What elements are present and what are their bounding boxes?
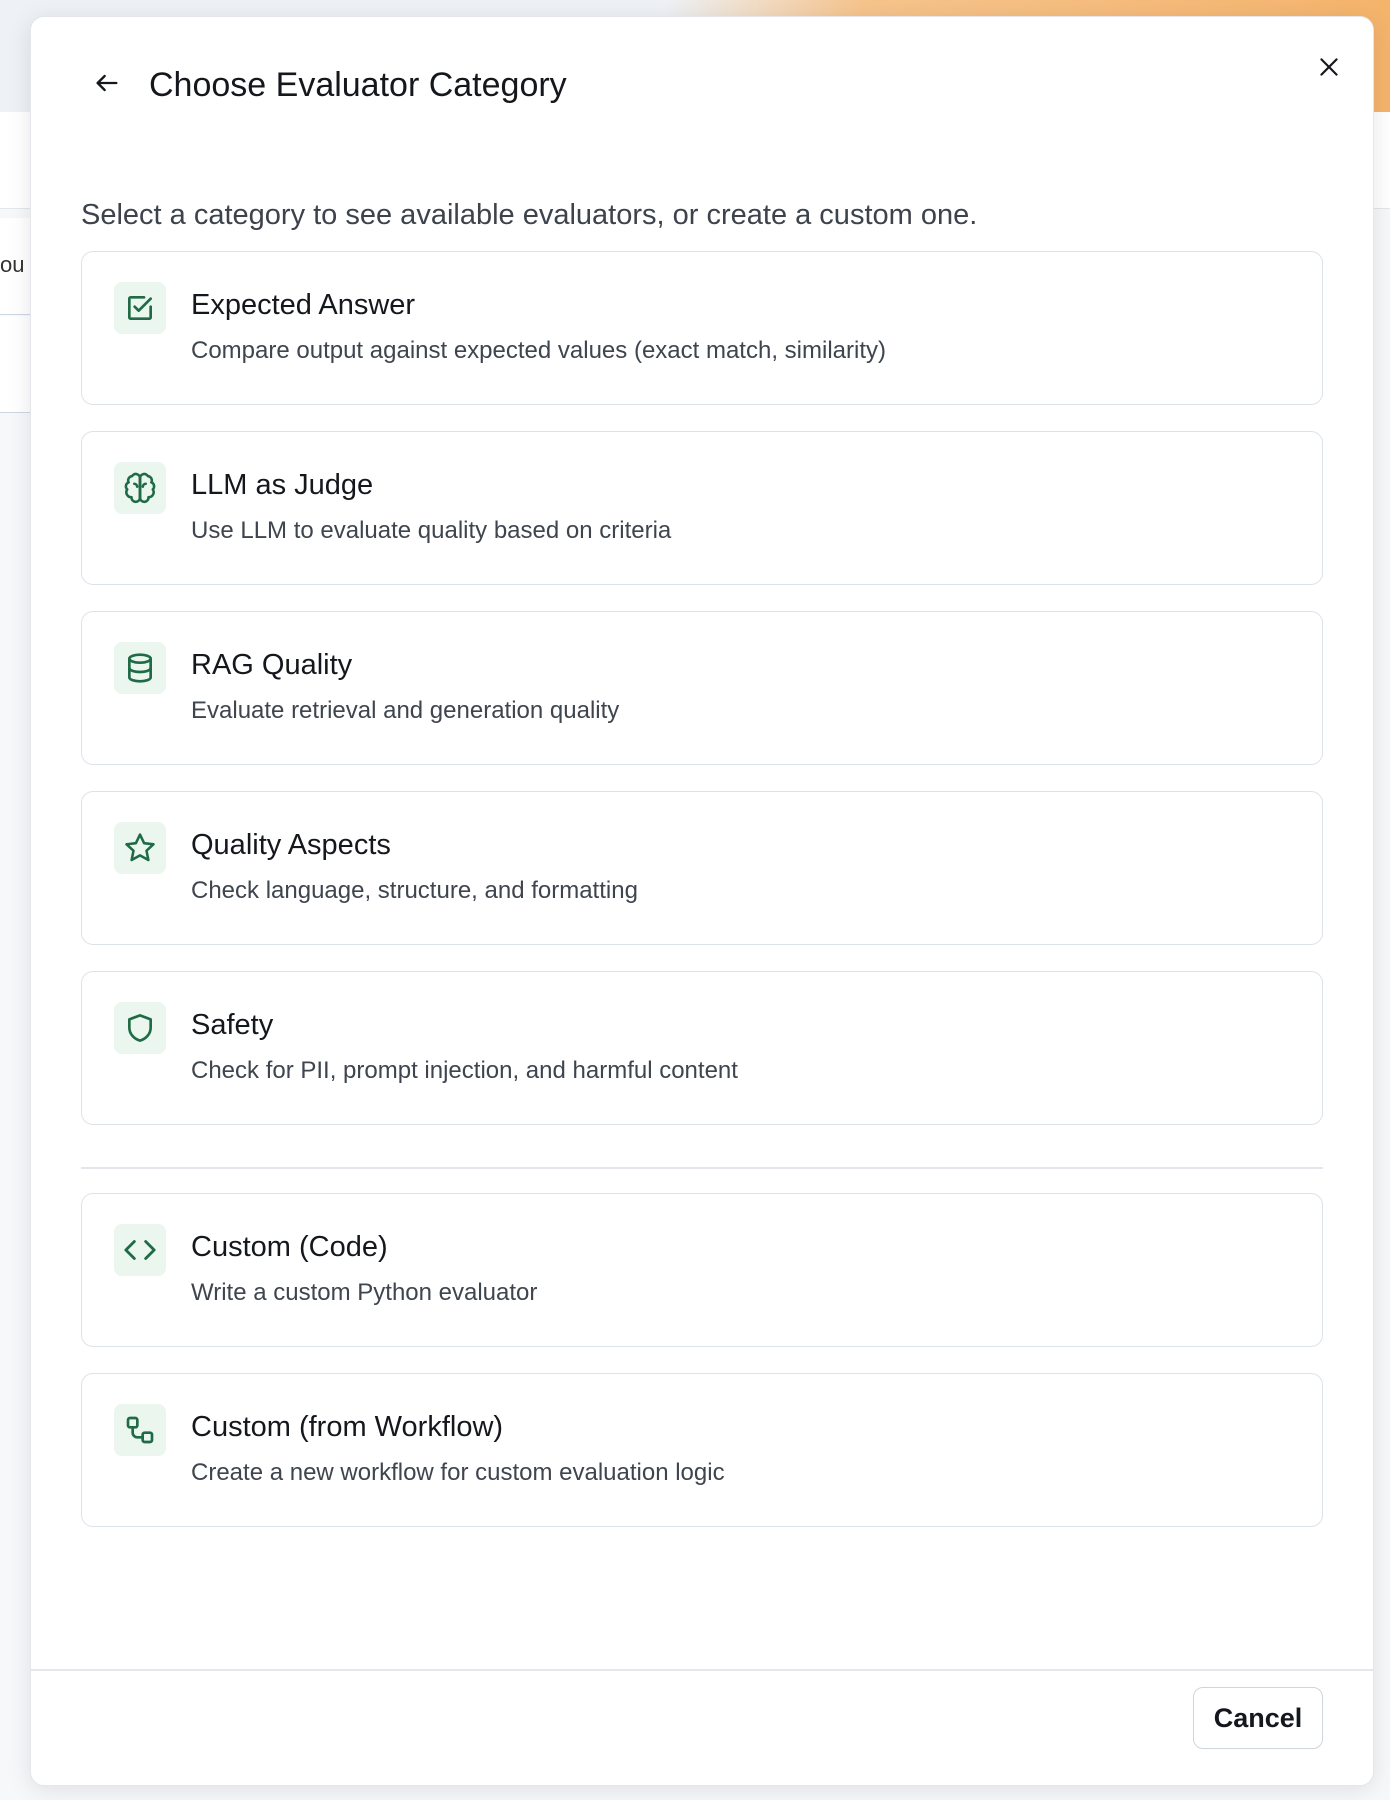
dialog-title: Choose Evaluator Category [149, 66, 567, 104]
category-card-custom-code[interactable]: Custom (Code) Write a custom Python eval… [81, 1193, 1323, 1347]
category-card-llm-as-judge[interactable]: LLM as Judge Use LLM to evaluate quality… [81, 431, 1323, 585]
category-title: Quality Aspects [191, 829, 391, 861]
category-title: LLM as Judge [191, 469, 374, 501]
category-description: Check language, structure, and formattin… [191, 877, 638, 904]
dialog-subtitle: Select a category to see available evalu… [81, 199, 978, 231]
category-description: Compare output against expected values (… [191, 337, 886, 364]
category-card-expected-answer[interactable]: Expected Answer Compare output against e… [81, 251, 1323, 405]
back-button[interactable] [87, 63, 127, 103]
arrow-left-icon [93, 69, 121, 97]
category-description: Create a new workflow for custom evaluat… [191, 1459, 725, 1486]
code-icon [114, 1224, 166, 1276]
category-description: Evaluate retrieval and generation qualit… [191, 697, 620, 724]
category-description: Check for PII, prompt injection, and har… [191, 1057, 738, 1084]
check-square-icon [114, 282, 166, 334]
workflow-icon [114, 1404, 166, 1456]
category-title: Custom (from Workflow) [191, 1411, 504, 1443]
category-title: Safety [191, 1009, 274, 1041]
brain-icon [114, 462, 166, 514]
category-card-rag-quality[interactable]: RAG Quality Evaluate retrieval and gener… [81, 611, 1323, 765]
background-partial-text: ou [0, 252, 25, 277]
category-card-safety[interactable]: Safety Check for PII, prompt injection, … [81, 971, 1323, 1125]
star-icon [114, 822, 166, 874]
close-icon [1316, 54, 1342, 80]
category-description: Write a custom Python evaluator [191, 1279, 538, 1306]
evaluator-category-dialog: Choose Evaluator Category Select a categ… [30, 16, 1374, 1786]
category-title: Expected Answer [191, 289, 416, 321]
category-title: RAG Quality [191, 649, 353, 681]
cancel-button[interactable]: Cancel [1193, 1687, 1323, 1749]
close-button[interactable] [1309, 47, 1349, 87]
shield-icon [114, 1002, 166, 1054]
category-description: Use LLM to evaluate quality based on cri… [191, 517, 672, 544]
footer-divider [31, 1669, 1373, 1671]
category-card-quality-aspects[interactable]: Quality Aspects Check language, structur… [81, 791, 1323, 945]
database-icon [114, 642, 166, 694]
category-title: Custom (Code) [191, 1231, 388, 1263]
section-divider [81, 1167, 1323, 1169]
category-card-custom-workflow[interactable]: Custom (from Workflow) Create a new work… [81, 1373, 1323, 1527]
